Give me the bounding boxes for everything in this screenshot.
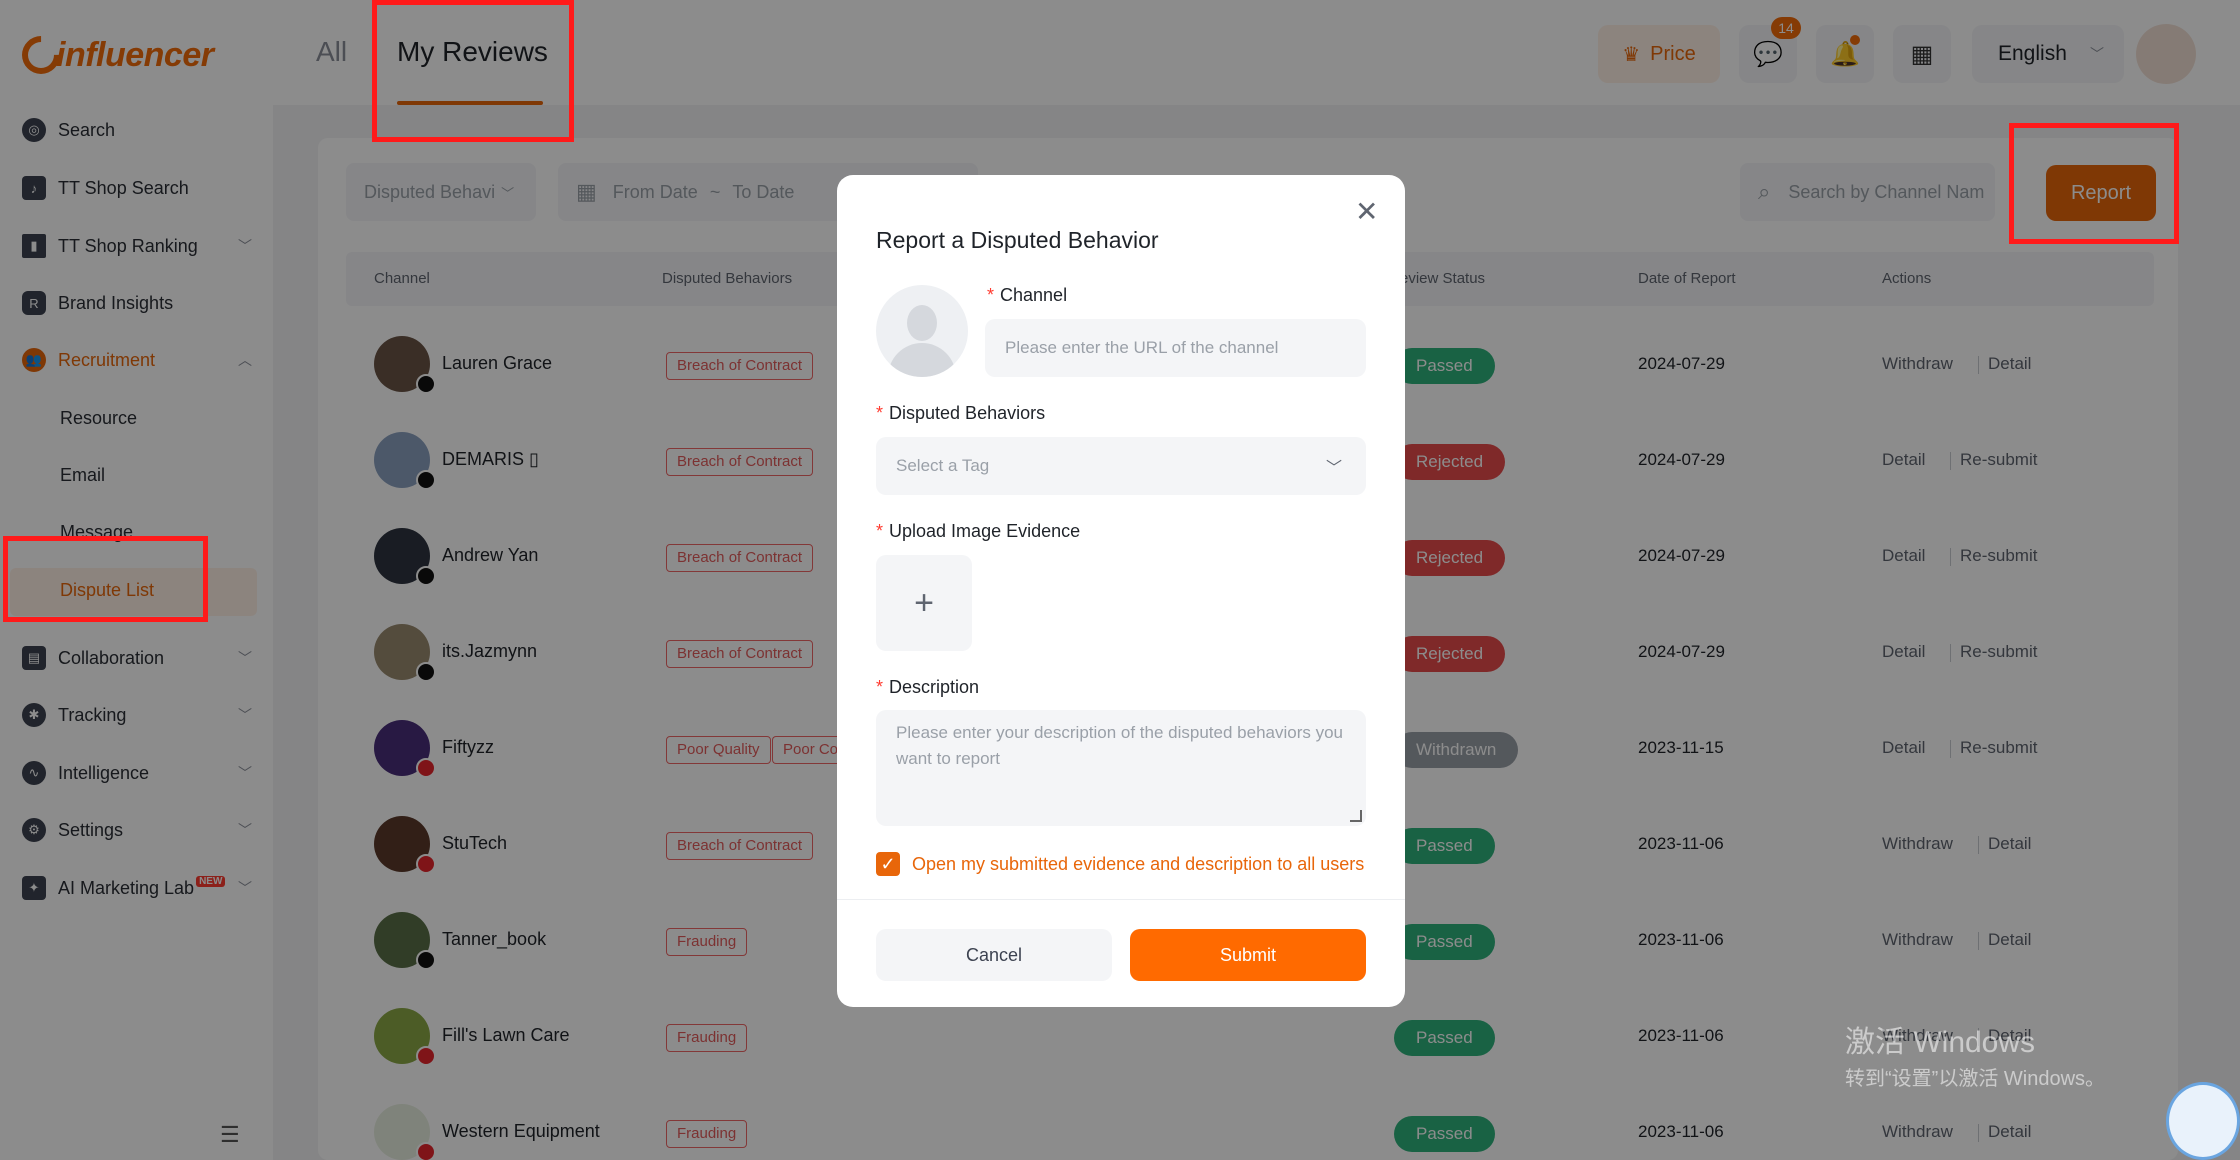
- description-label-text: Description: [889, 677, 980, 697]
- app-root: influencer ◎ Search ♪ TT Shop Search ▮ T…: [0, 0, 2240, 1160]
- channel-url-placeholder: Please enter the URL of the channel: [1005, 338, 1279, 357]
- channel-label-text: Channel: [1000, 285, 1068, 305]
- description-placeholder: Please enter your description of the dis…: [896, 723, 1343, 768]
- windows-activation-watermark: 激活 Windows 转到“设置”以激活 Windows。: [1845, 1025, 2105, 1097]
- avatar-body-shape: [888, 343, 956, 377]
- watermark-line-1: 激活 Windows: [1845, 1026, 2036, 1059]
- open-evidence-option[interactable]: ✓ Open my submitted evidence and descrip…: [876, 852, 1364, 876]
- modal-title: Report a Disputed Behavior: [876, 227, 1159, 253]
- description-textarea[interactable]: Please enter your description of the dis…: [876, 710, 1366, 826]
- cancel-button[interactable]: Cancel: [876, 929, 1112, 981]
- chevron-down-icon: ﹀: [1325, 460, 1342, 477]
- highlight-box-dispute-list: [3, 536, 208, 622]
- required-mark: *: [987, 285, 995, 305]
- upload-image-button[interactable]: +: [876, 555, 972, 651]
- upload-evidence-label: * Upload Image Evidence: [876, 521, 1080, 542]
- open-evidence-label: Open my submitted evidence and descripti…: [912, 853, 1365, 874]
- watermark-line-2: 转到“设置”以激活 Windows。: [1845, 1068, 2106, 1090]
- disputed-behaviors-label: * Disputed Behaviors: [876, 403, 1045, 424]
- channel-url-input[interactable]: Please enter the URL of the channel: [985, 319, 1366, 377]
- modal-divider: [837, 899, 1405, 900]
- select-tag-placeholder: Select a Tag: [896, 456, 990, 475]
- disputed-behaviors-select[interactable]: Select a Tag ﹀: [876, 437, 1366, 495]
- submit-button[interactable]: Submit: [1130, 929, 1366, 981]
- required-mark: *: [876, 677, 884, 697]
- required-mark: *: [876, 403, 884, 423]
- highlight-box-my-reviews: [372, 0, 574, 142]
- assistant-mascot-icon[interactable]: [2166, 1082, 2240, 1160]
- channel-avatar-placeholder: [876, 285, 968, 377]
- highlight-box-report: [2009, 123, 2179, 244]
- description-label: * Description: [876, 677, 979, 698]
- required-mark: *: [876, 521, 884, 541]
- report-dispute-modal: Report a Disputed Behavior ✕ * Channel Pl…: [837, 175, 1405, 1007]
- disputed-behaviors-label-text: Disputed Behaviors: [889, 403, 1046, 423]
- open-evidence-checkbox[interactable]: ✓: [876, 852, 900, 876]
- resize-handle-icon[interactable]: [1350, 810, 1362, 822]
- plus-icon: +: [914, 583, 934, 622]
- channel-label: * Channel: [987, 285, 1067, 306]
- avatar-head-shape: [907, 305, 937, 341]
- close-icon[interactable]: ✕: [1355, 195, 1378, 228]
- upload-evidence-label-text: Upload Image Evidence: [889, 521, 1081, 541]
